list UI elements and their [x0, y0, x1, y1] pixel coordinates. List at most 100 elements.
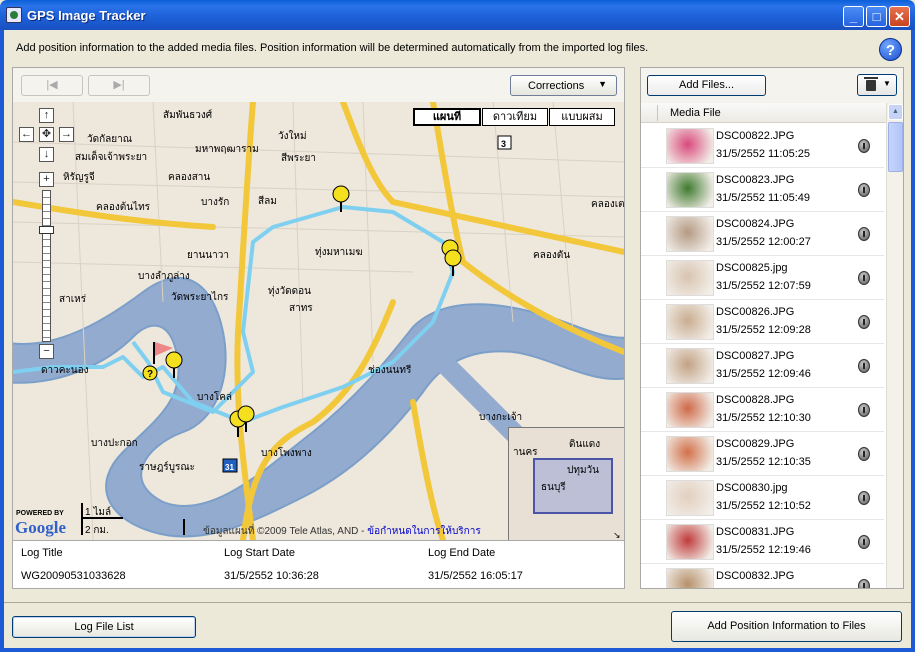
corrections-dropdown[interactable]: Corrections ▼	[510, 75, 617, 96]
minimap-label: านคร	[513, 447, 538, 458]
overview-minimap[interactable]: านคร ดินแดง ปทุมวัน ธนบุรี ↘	[508, 427, 624, 540]
location-pin-icon[interactable]	[858, 447, 870, 461]
photo-thumbnail	[666, 436, 714, 472]
maximize-button[interactable]: □	[866, 6, 887, 27]
corrections-label: Corrections	[528, 80, 585, 92]
pan-right-button[interactable]: →	[59, 127, 74, 142]
media-file-row[interactable]: DSC00827.JPG 31/5/2552 12:09:46	[641, 344, 884, 388]
vertical-scrollbar[interactable]: ▲	[886, 103, 903, 588]
location-pin-icon[interactable]	[858, 535, 870, 549]
scroll-thumb[interactable]	[888, 122, 903, 172]
media-file-date: 31/5/2552 11:05:25	[716, 148, 810, 160]
media-file-column-header[interactable]: Media File	[670, 107, 721, 119]
photo-thumbnail	[666, 392, 714, 428]
log-start-value: 31/5/2552 10:36:28	[224, 570, 319, 582]
location-pin-icon[interactable]	[858, 403, 870, 417]
media-file-row[interactable]: DSC00831.JPG 31/5/2552 12:19:46	[641, 520, 884, 564]
route-shield: 3	[497, 135, 512, 150]
svg-text:31: 31	[225, 463, 234, 472]
media-file-row[interactable]: DSC00825.jpg 31/5/2552 12:07:59	[641, 256, 884, 300]
map-label: สาเหร่	[59, 294, 87, 305]
pan-down-button[interactable]: ↓	[39, 147, 54, 162]
location-pin-icon[interactable]	[858, 227, 870, 241]
photo-thumbnail	[666, 304, 714, 340]
map-label: สมเด็จเจ้าพระยา	[75, 152, 148, 163]
minimize-button[interactable]: _	[843, 6, 864, 27]
map-panel: |◀ ▶| Corrections ▼ ? 3 31 สัมพันธวงศ์ ว…	[12, 67, 625, 589]
help-icon[interactable]: ?	[879, 38, 902, 61]
media-file-name: DSC00830.jpg	[716, 482, 788, 494]
media-file-name: DSC00831.JPG	[716, 526, 795, 538]
scroll-up-button[interactable]: ▲	[888, 104, 903, 120]
media-file-row[interactable]: DSC00830.jpg 31/5/2552 12:10:52	[641, 476, 884, 520]
map-label: สีพระยา	[281, 153, 316, 164]
pan-center-button[interactable]: ✥	[39, 127, 54, 142]
map-label: บางโคล่	[197, 392, 233, 403]
pan-left-button[interactable]: ←	[19, 127, 34, 142]
location-pin-icon[interactable]	[858, 271, 870, 285]
location-pin-icon[interactable]	[858, 183, 870, 197]
close-button[interactable]: ✕	[889, 6, 910, 27]
next-log-button[interactable]: ▶|	[88, 75, 150, 96]
location-pin-icon[interactable]	[858, 491, 870, 505]
map-type-hybrid[interactable]: แบบผสม	[549, 108, 615, 126]
powered-by-label: POWERED BY	[16, 510, 64, 517]
previous-log-button[interactable]: |◀	[21, 75, 83, 96]
chevron-down-icon: ▼	[883, 79, 891, 88]
map-label: บางกะเจ้า	[479, 412, 523, 423]
minimap-label: ดินแดง	[569, 439, 601, 450]
media-file-name: DSC00832.JPG	[716, 570, 795, 582]
copyright-text: ข้อมูลแผนที่ ©2009 Tele Atlas, AND -	[203, 526, 368, 537]
map-label: ทุ่งวัดดอน	[268, 286, 311, 297]
photo-thumbnail	[666, 348, 714, 384]
location-pin-icon[interactable]	[858, 139, 870, 153]
google-logo: POWERED BY Google	[15, 510, 77, 538]
media-file-name: DSC00827.JPG	[716, 350, 795, 362]
map-type-satellite[interactable]: ดาวเทียม	[482, 108, 548, 126]
media-file-row[interactable]: DSC00822.JPG 31/5/2552 11:05:25	[641, 124, 884, 168]
chevron-down-icon: ▼	[598, 79, 607, 89]
zoom-slider-track[interactable]	[42, 190, 51, 342]
map-label: วังใหม่	[278, 131, 307, 142]
location-pin-icon[interactable]	[858, 315, 870, 329]
media-file-row[interactable]: DSC00828.JPG 31/5/2552 12:10:30	[641, 388, 884, 432]
media-file-date: 31/5/2552 12:10:35	[716, 456, 811, 468]
log-start-header: Log Start Date	[224, 547, 295, 559]
media-file-name: DSC00828.JPG	[716, 394, 795, 406]
media-file-row[interactable]: DSC00829.JPG 31/5/2552 12:10:35	[641, 432, 884, 476]
media-list-header[interactable]: Media File	[641, 103, 903, 123]
svg-text:3: 3	[501, 139, 506, 149]
map-label: คลองตัน	[533, 250, 571, 261]
zoom-slider-handle[interactable]	[39, 226, 54, 234]
minimap-resize-icon[interactable]: ↘	[613, 530, 621, 540]
photo-thumbnail	[666, 524, 714, 560]
delete-dropdown-button[interactable]: ▼	[857, 74, 897, 96]
map-type-map[interactable]: แผนที่	[413, 108, 481, 126]
map-label: ยานนาวา	[187, 250, 229, 261]
pan-up-button[interactable]: ↑	[39, 108, 54, 123]
terms-link[interactable]: ข้อกำหนดในการให้บริการ	[367, 526, 480, 537]
media-file-row[interactable]: DSC00826.JPG 31/5/2552 12:09:28	[641, 300, 884, 344]
title-bar[interactable]: GPS Image Tracker _ □ ✕	[0, 0, 915, 30]
add-position-button[interactable]: Add Position Information to Files	[671, 611, 902, 642]
log-file-list-button[interactable]: Log File List	[12, 616, 196, 638]
map-label: สัมพันธวงศ์	[163, 110, 213, 121]
photo-thumbnail	[666, 568, 714, 588]
media-file-row[interactable]: DSC00832.JPG	[641, 564, 884, 588]
location-pin-icon[interactable]	[858, 359, 870, 373]
log-info-table: Log Title Log Start Date Log End Date WG…	[13, 540, 624, 588]
zoom-in-button[interactable]: +	[39, 172, 54, 187]
map-view[interactable]: ? 3 31 สัมพันธวงศ์ วัดกัลยาณ มหาพฤฒาราม …	[13, 102, 624, 540]
map-label: วัดกัลยาณ	[87, 134, 133, 145]
media-file-row[interactable]: DSC00823.JPG 31/5/2552 11:05:49	[641, 168, 884, 212]
map-label: สีลม	[258, 196, 277, 207]
media-file-date: 31/5/2552 12:09:46	[716, 368, 811, 380]
add-files-button[interactable]: Add Files...	[647, 75, 766, 96]
app-icon	[6, 7, 22, 23]
media-file-row[interactable]: DSC00824.JPG 31/5/2552 12:00:27	[641, 212, 884, 256]
map-copyright: ข้อมูลแผนที่ ©2009 Tele Atlas, AND - ข้อ…	[203, 524, 481, 539]
location-pin-icon[interactable]	[858, 579, 870, 588]
zoom-out-button[interactable]: −	[39, 344, 54, 359]
media-file-list[interactable]: Media File DSC00822.JPG 31/5/2552 11:05:2…	[641, 103, 903, 588]
window-title: GPS Image Tracker	[27, 8, 146, 23]
